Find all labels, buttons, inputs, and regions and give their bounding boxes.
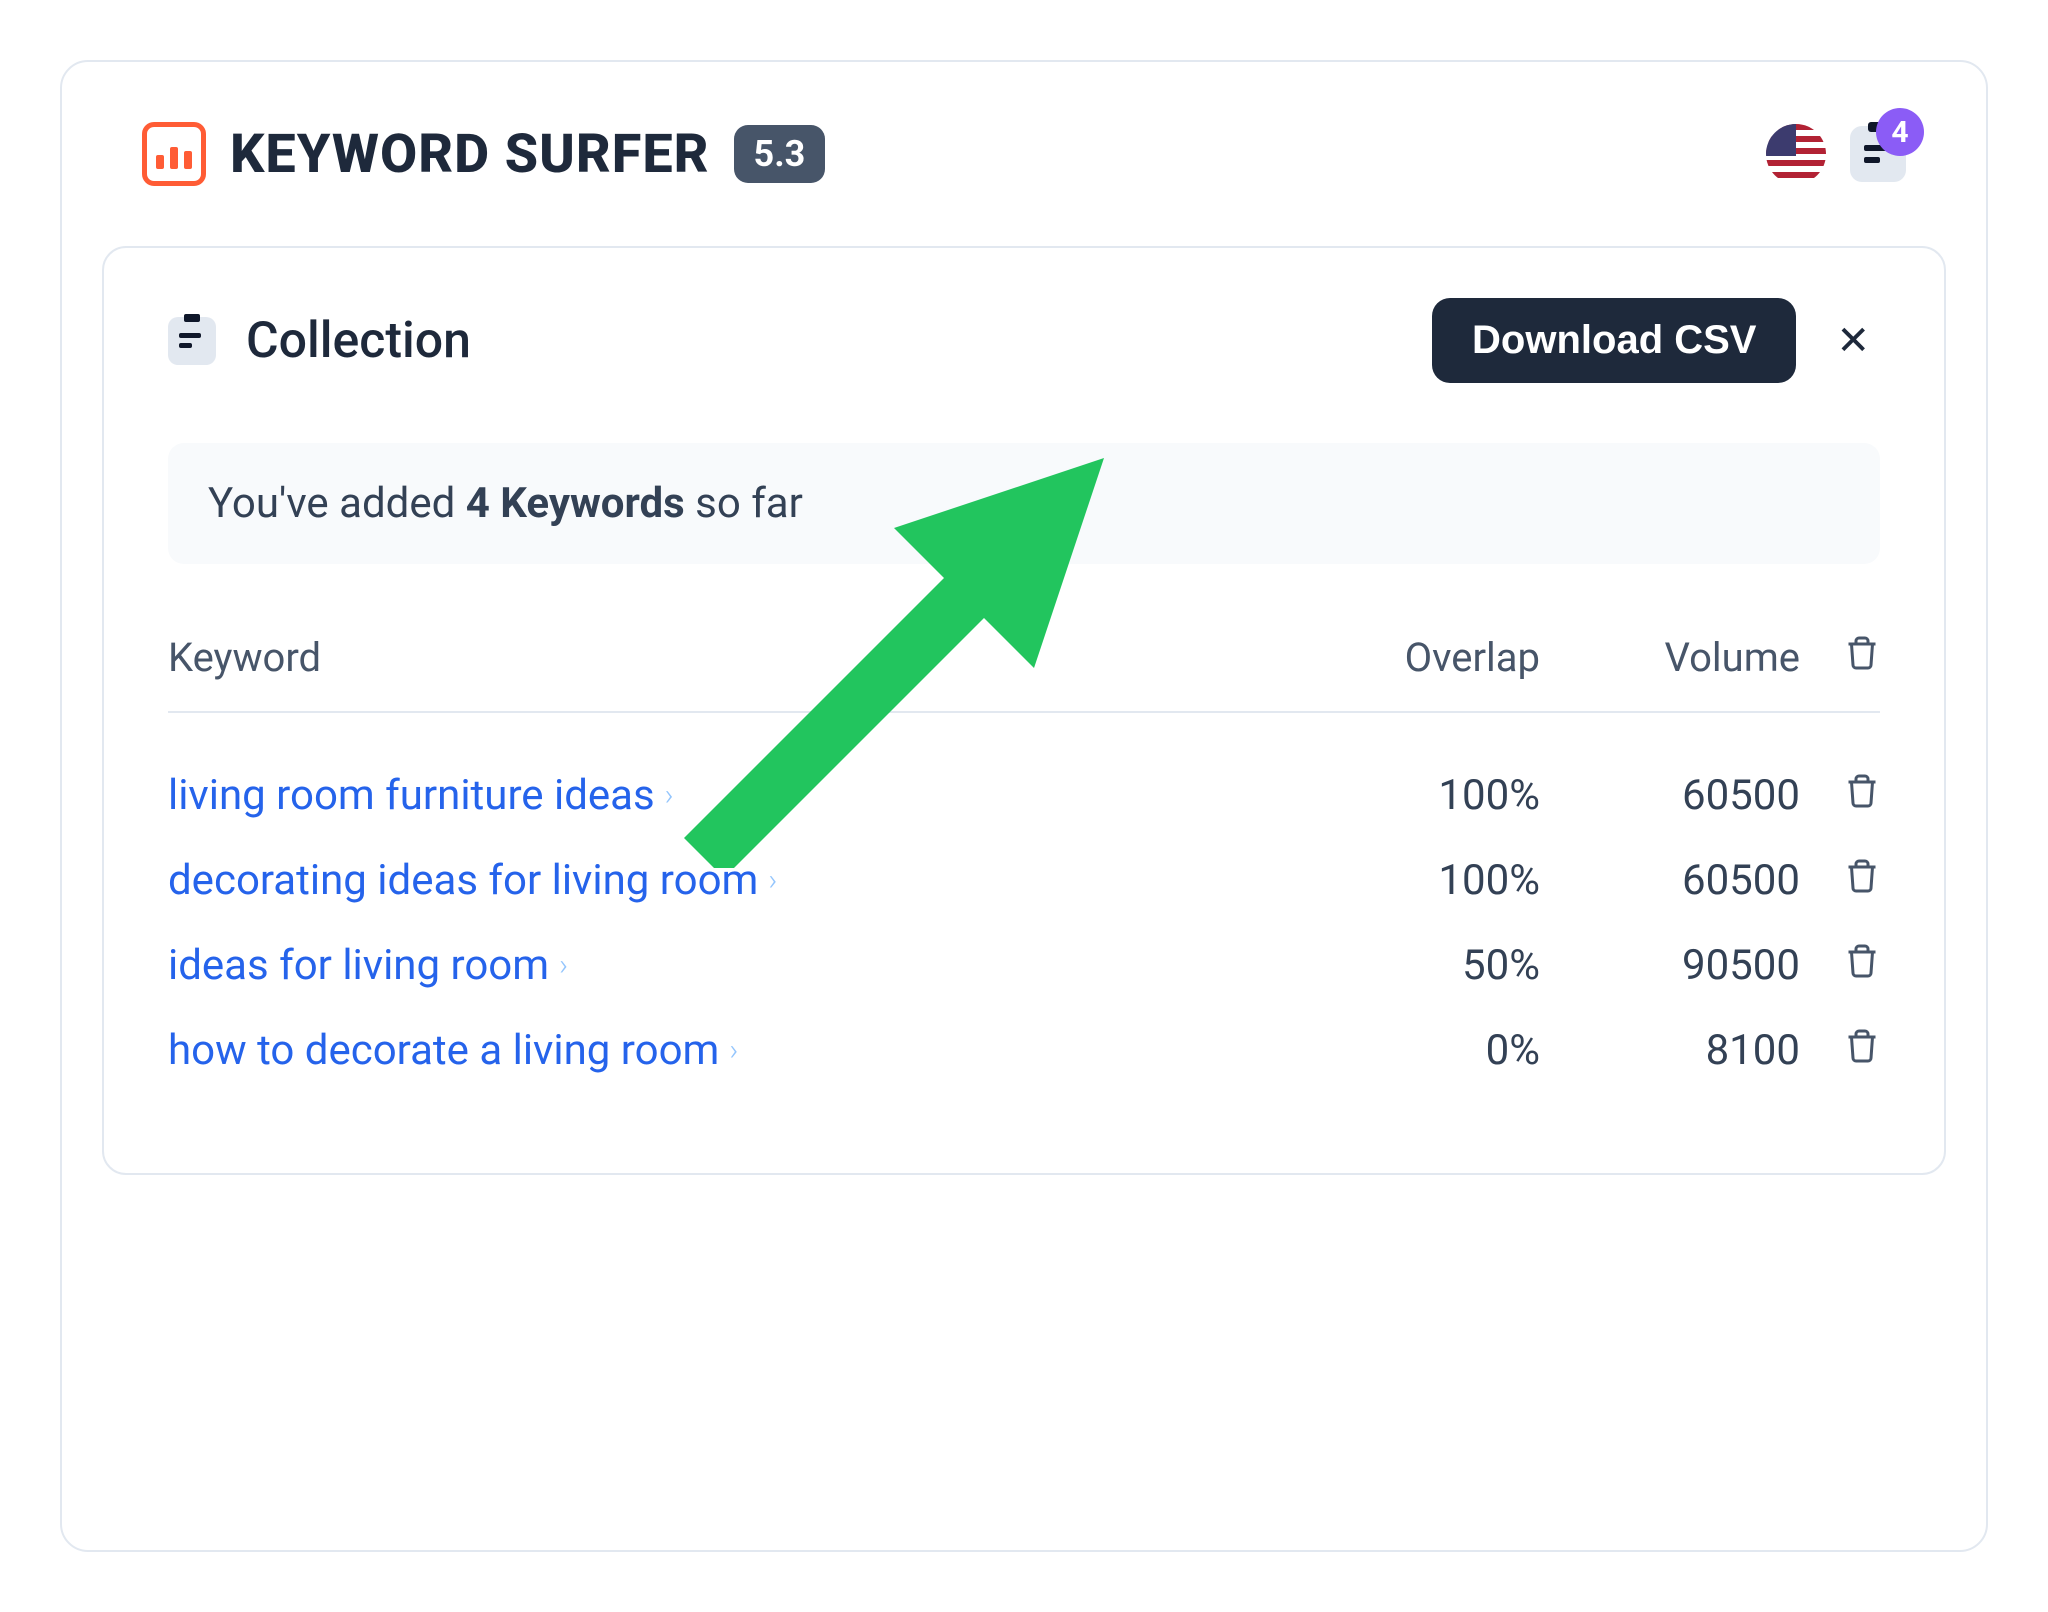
volume-value: 60500 [1540, 856, 1800, 905]
header-bar: KEYWORD SURFER 5.3 4 [102, 102, 1946, 226]
trash-icon[interactable] [1800, 1026, 1880, 1075]
keyword-link[interactable]: ideas for living room › [168, 941, 1320, 990]
trash-icon[interactable] [1800, 941, 1880, 990]
main-panel: KEYWORD SURFER 5.3 4 Collection Download… [60, 60, 1988, 1552]
collection-header: Collection Download CSV ✕ [168, 298, 1880, 383]
keyword-text: decorating ideas for living room [168, 856, 758, 905]
overlap-value: 100% [1320, 771, 1540, 820]
surfer-logo-icon [142, 122, 206, 186]
keyword-text: ideas for living room [168, 941, 549, 990]
collection-title: Collection [246, 312, 471, 370]
trash-icon[interactable] [1800, 771, 1880, 820]
volume-value: 90500 [1540, 941, 1800, 990]
volume-value: 8100 [1540, 1026, 1800, 1075]
keyword-text: living room furniture ideas [168, 771, 655, 820]
overlap-value: 0% [1320, 1026, 1540, 1075]
volume-value: 60500 [1540, 771, 1800, 820]
keyword-link[interactable]: decorating ideas for living room › [168, 856, 1320, 905]
country-flag-us-icon[interactable] [1766, 124, 1826, 184]
banner-suffix: so far [685, 479, 803, 528]
delete-all-icon[interactable] [1800, 634, 1880, 681]
overlap-value: 100% [1320, 856, 1540, 905]
banner-prefix: You've added [208, 479, 466, 528]
table-body: living room furniture ideas›100%60500dec… [168, 753, 1880, 1093]
keyword-link[interactable]: how to decorate a living room › [168, 1026, 1320, 1075]
banner-strong: 4 Keywords [466, 479, 685, 528]
chevron-right-icon: › [768, 863, 777, 898]
version-badge: 5.3 [734, 125, 826, 183]
info-banner: You've added 4 Keywords so far [168, 443, 1880, 564]
app-title: KEYWORD SURFER [230, 123, 710, 186]
download-csv-button[interactable]: Download CSV [1432, 298, 1796, 383]
close-icon[interactable]: ✕ [1826, 318, 1880, 364]
table-row: living room furniture ideas › 100%60500 [168, 753, 1880, 838]
col-overlap-header: Overlap [1320, 634, 1540, 681]
clipboard-icon [168, 317, 216, 365]
chevron-right-icon: › [665, 778, 674, 813]
overlap-value: 50% [1320, 941, 1540, 990]
collection-card: Collection Download CSV ✕ You've added 4… [102, 246, 1946, 1175]
chevron-right-icon: › [559, 948, 568, 983]
table-row: ideas for living room › 50%90500 [168, 923, 1880, 1008]
clipboard-count-badge: 4 [1876, 108, 1924, 156]
keyword-link[interactable]: living room furniture ideas › [168, 771, 1320, 820]
trash-icon[interactable] [1800, 856, 1880, 905]
col-keyword-header: Keyword [168, 634, 1320, 681]
keyword-text: how to decorate a living room [168, 1026, 719, 1075]
table-row: decorating ideas for living room › 100%605… [168, 838, 1880, 923]
table-row: how to decorate a living room › 0%8100 [168, 1008, 1880, 1093]
chevron-right-icon: › [729, 1033, 738, 1068]
table-header: Keyword Overlap Volume [168, 634, 1880, 713]
col-volume-header: Volume [1540, 634, 1800, 681]
